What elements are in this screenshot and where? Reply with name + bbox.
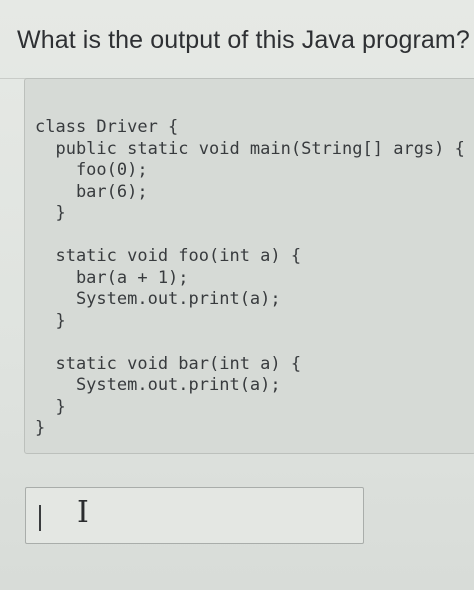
code-line: } <box>35 396 66 417</box>
answer-field[interactable]: I <box>25 487 364 544</box>
code-line: System.out.print(a); <box>35 375 281 395</box>
code-line: bar(6); <box>35 181 148 202</box>
code-line: bar(a + 1); <box>35 267 189 288</box>
code-line: } <box>35 203 66 223</box>
code-line: static void bar(int a) { <box>35 353 302 374</box>
code-line: public static void main(String[] args) { <box>35 138 465 159</box>
question-title: What is the output of this Java program? <box>17 26 470 54</box>
answer-input[interactable] <box>26 488 363 543</box>
question-page: What is the output of this Java program?… <box>0 0 474 590</box>
code-line: System.out.print(a); <box>35 289 281 309</box>
code-line: foo(0); <box>35 160 148 180</box>
code-line: } <box>35 310 66 331</box>
code-line: } <box>35 418 46 438</box>
text-caret <box>39 505 41 531</box>
code-block: class Driver { public static void main(S… <box>24 78 474 454</box>
code-line: static void foo(int a) { <box>35 246 302 266</box>
java-code: class Driver { public static void main(S… <box>35 117 465 440</box>
code-line: class Driver { <box>35 117 179 137</box>
